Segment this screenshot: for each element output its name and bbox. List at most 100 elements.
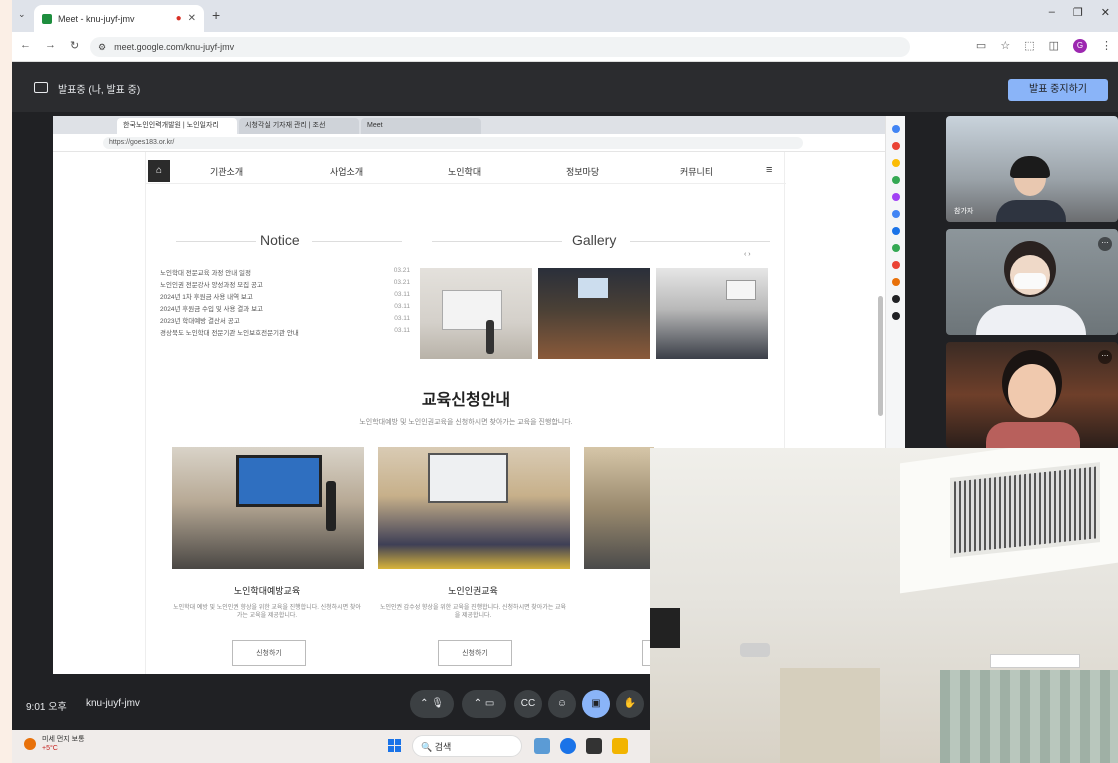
sidepanel-icon[interactable]: ◫ bbox=[1049, 39, 1059, 53]
shared-tab-3[interactable]: Meet bbox=[361, 118, 481, 134]
shared-address-bar: https://goes183.or.kr/ bbox=[53, 134, 905, 152]
file-explorer-icon[interactable] bbox=[612, 738, 628, 754]
ext-icon[interactable] bbox=[891, 176, 900, 184]
os-taskbar: 미세 먼지 보통 +5°C 🔍 검색 bbox=[12, 730, 650, 763]
extension-icon[interactable]: ⬚ bbox=[1024, 39, 1034, 53]
gallery-photo[interactable] bbox=[656, 268, 768, 359]
nav-item[interactable]: 커뮤니티 bbox=[680, 165, 713, 178]
weather-widget[interactable]: 미세 먼지 보통 +5°C bbox=[42, 735, 85, 753]
taskbar-search[interactable]: 🔍 검색 bbox=[412, 735, 522, 757]
nav-item[interactable]: 정보마당 bbox=[566, 165, 599, 178]
apply-button[interactable]: 신청하기 bbox=[232, 640, 306, 666]
ext-icon[interactable] bbox=[891, 227, 900, 235]
gallery-photo[interactable] bbox=[420, 268, 532, 359]
tab-title: Meet - knu-juyf-jmv bbox=[58, 13, 135, 24]
ext-icon[interactable] bbox=[891, 244, 900, 252]
list-item[interactable]: 2024년 후원금 수입 및 사용 결과 보고 03.11 bbox=[160, 303, 410, 315]
address-bar[interactable]: ⚙ meet.google.com/knu-juyf-jmv bbox=[90, 37, 910, 57]
windows-start-icon[interactable] bbox=[388, 739, 402, 753]
gallery-arrows[interactable]: ‹ › bbox=[744, 251, 751, 258]
ext-icon[interactable] bbox=[891, 278, 900, 286]
participant-tile[interactable]: ⋯ bbox=[946, 229, 1118, 335]
search-placeholder: 검색 bbox=[434, 742, 452, 752]
bookmark-star-icon[interactable]: ☆ bbox=[1000, 39, 1010, 53]
shared-scrollbar[interactable] bbox=[878, 156, 883, 456]
nav-item[interactable]: 사업소개 bbox=[330, 165, 363, 178]
camera-button[interactable]: ⌃ ▭ bbox=[462, 690, 506, 718]
card-image[interactable] bbox=[584, 447, 654, 569]
new-tab-icon[interactable]: + bbox=[212, 7, 220, 23]
toolbar-icons: ▭ ☆ ⬚ ◫ G ⋮ bbox=[976, 39, 1112, 53]
maximize-icon[interactable]: ❐ bbox=[1073, 6, 1083, 19]
participant-name: 참가자 bbox=[954, 208, 974, 215]
forward-icon[interactable]: → bbox=[45, 39, 56, 52]
profile-avatar[interactable]: G bbox=[1073, 39, 1087, 53]
card-image[interactable] bbox=[378, 447, 570, 569]
captions-icon[interactable]: CC bbox=[514, 690, 542, 718]
card-title: 노인학대예방교육 bbox=[233, 586, 301, 596]
browser-toolbar: ← → ↻ ⚙ meet.google.com/knu-juyf-jmv ▭ ☆… bbox=[12, 32, 1118, 62]
meeting-code: knu-juyf-jmv bbox=[86, 698, 140, 709]
ext-icon[interactable] bbox=[891, 261, 900, 269]
site-nav: ⌂ 기관소개 사업소개 노인학대 정보마당 커뮤니티 ≡ bbox=[146, 158, 786, 184]
ext-icon[interactable] bbox=[891, 210, 900, 218]
stop-presenting-button[interactable]: 발표 중지하기 bbox=[1008, 79, 1108, 101]
ext-icon[interactable] bbox=[891, 193, 900, 201]
gallery-photo[interactable] bbox=[538, 268, 650, 359]
list-item[interactable]: 2023년 학대예방 결산서 공고 03.11 bbox=[160, 315, 410, 327]
ext-icon[interactable] bbox=[891, 159, 900, 167]
recording-icon: ● bbox=[175, 13, 182, 24]
back-icon[interactable]: ← bbox=[20, 39, 31, 52]
card-title: 노인인권교육 bbox=[448, 586, 498, 596]
present-now-icon[interactable]: ▣ bbox=[582, 690, 610, 718]
nav-item[interactable]: 노인학대 bbox=[448, 165, 481, 178]
emoji-icon[interactable]: ☺ bbox=[548, 690, 576, 718]
reload-icon[interactable]: ↻ bbox=[70, 39, 79, 52]
cast-icon[interactable]: ▭ bbox=[976, 39, 986, 53]
minimize-icon[interactable]: – bbox=[1049, 6, 1055, 19]
present-screen-icon bbox=[34, 82, 48, 93]
weather-text: 미세 먼지 보통 bbox=[42, 736, 85, 743]
home-icon[interactable]: ⌂ bbox=[148, 160, 170, 182]
browser-tab-meet[interactable]: Meet - knu-juyf-jmv ● ✕ bbox=[34, 5, 204, 32]
close-window-icon[interactable]: ✕ bbox=[1101, 6, 1110, 19]
list-item[interactable]: 경상북도 노인학대 전문기관 노인보호전문기관 안내 03.11 bbox=[160, 327, 410, 339]
mic-button[interactable]: ⌃ 🎙 bbox=[410, 690, 454, 718]
card-desc: 노인학대 예방 및 노인인권 향상을 위한 교육을 진행합니다. 신청하시면 찾… bbox=[173, 605, 361, 620]
app-icon[interactable] bbox=[586, 738, 602, 754]
shared-tab-2[interactable]: 시청각실 기자재 관리 | 조선 bbox=[239, 118, 359, 134]
tab-search-icon[interactable]: ⌄ bbox=[18, 9, 26, 20]
window-controls: – ❐ ✕ bbox=[1049, 6, 1110, 19]
menu-hamburger-icon[interactable]: ≡ bbox=[766, 164, 772, 176]
participant-tile[interactable]: 참가자 bbox=[946, 116, 1118, 222]
close-tab-icon[interactable]: ✕ bbox=[188, 13, 196, 24]
ext-icon[interactable] bbox=[891, 312, 900, 320]
list-item[interactable]: 노인학대 전문교육 과정 안내 일정 03.21 bbox=[160, 267, 410, 279]
edu-title: 교육신청안내 bbox=[421, 392, 511, 409]
ext-icon[interactable] bbox=[891, 295, 900, 303]
nav-item[interactable]: 기관소개 bbox=[210, 165, 243, 178]
browser-tabstrip: ⌄ Meet - knu-juyf-jmv ● ✕ + – ❐ ✕ bbox=[12, 0, 1118, 32]
participant-tile[interactable]: ⋯ bbox=[946, 342, 1118, 448]
divider bbox=[432, 241, 562, 242]
mic-muted-icon: ⋯ bbox=[1098, 237, 1112, 251]
chrome-icon[interactable] bbox=[560, 738, 576, 754]
card-image[interactable] bbox=[172, 447, 364, 569]
raise-hand-icon[interactable]: ✋ bbox=[616, 690, 644, 718]
ext-icon[interactable] bbox=[891, 125, 900, 133]
divider bbox=[630, 241, 770, 242]
weather-icon bbox=[24, 738, 36, 750]
app-icon[interactable] bbox=[534, 738, 550, 754]
list-item[interactable]: 노인인권 전문강사 양성과정 모집 공고 03.21 bbox=[160, 279, 410, 291]
shared-url[interactable]: https://goes183.or.kr/ bbox=[103, 137, 803, 149]
ext-icon[interactable] bbox=[891, 142, 900, 150]
shared-tab-1[interactable]: 한국노인인력개발원 | 노인일자리 bbox=[117, 118, 237, 134]
site-info-icon[interactable]: ⚙ bbox=[98, 42, 106, 53]
divider bbox=[312, 241, 402, 242]
apply-button[interactable]: 신청하기 bbox=[438, 640, 512, 666]
card-desc: 노인인권 감수성 향상을 위한 교육을 진행합니다. 신청하시면 찾아가는 교육… bbox=[379, 605, 567, 620]
list-item[interactable]: 2024년 1차 후원금 사용 내역 보고 03.11 bbox=[160, 291, 410, 303]
meet-window: ⌄ Meet - knu-juyf-jmv ● ✕ + – ❐ ✕ ← → ↻ … bbox=[12, 0, 1118, 763]
meet-control-bar: 9:01 오후 knu-juyf-jmv ⌃ 🎙 ⌃ ▭ CC ☺ ▣ ✋ bbox=[12, 680, 650, 730]
menu-kebab-icon[interactable]: ⋮ bbox=[1101, 39, 1112, 53]
